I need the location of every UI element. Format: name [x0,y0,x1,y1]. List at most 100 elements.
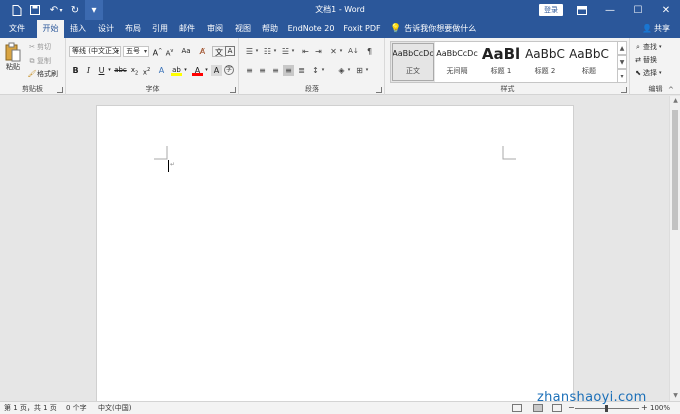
styles-more-icon[interactable]: ▾ [618,69,627,83]
scroll-down-icon[interactable]: ▼ [670,391,680,401]
highlight-icon[interactable]: ab [171,65,182,76]
document-area[interactable]: ↵ [0,96,669,401]
style-normal[interactable]: AaBbCcDc 正文 [391,42,435,82]
align-right-icon[interactable]: ≡ [270,65,281,76]
page-count[interactable]: 第 1 页，共 1 页 [4,402,57,414]
scroll-up-icon[interactable]: ▲ [670,96,680,106]
vertical-scrollbar[interactable]: ▲ ▼ [669,96,680,401]
replace-button[interactable]: ⇄ 替换 [633,55,657,65]
borders-dropdown-icon[interactable]: ▾ [364,65,370,76]
decrease-indent-icon[interactable]: ⇤ [300,46,311,57]
font-launcher-icon[interactable] [230,87,236,93]
select-button[interactable]: ⬉ 选择 ▾ [633,68,662,78]
language-indicator[interactable]: 中文(中国) [98,402,131,414]
highlight-dropdown-icon[interactable]: ▾ [182,65,189,76]
tell-me-search[interactable]: 💡 告诉我你想要做什么 [390,20,476,38]
character-border-icon[interactable]: A [225,46,235,56]
chinese-layout-dropdown-icon[interactable]: ▾ [338,46,344,57]
zoom-level[interactable]: 100% [650,402,670,414]
styles-scroll-up-icon[interactable]: ▲ [618,41,627,55]
document-page[interactable]: ↵ [96,105,574,401]
tab-foxit-pdf[interactable]: Foxit PDF [340,20,384,38]
undo-dropdown-icon[interactable]: ▾ [57,0,65,20]
font-size-combo[interactable]: 五号 ▾ [123,46,149,57]
tab-file[interactable]: 文件 [4,20,30,38]
font-color-dropdown-icon[interactable]: ▾ [203,65,210,76]
multilevel-dropdown-icon[interactable]: ▾ [290,46,296,57]
chevron-down-icon: ▾ [659,70,662,76]
word-count[interactable]: 0 个字 [66,402,87,414]
scrollbar-thumb[interactable] [672,110,678,230]
tab-home[interactable]: 开始 [37,20,64,38]
clipboard-launcher-icon[interactable] [57,87,63,93]
minimize-icon[interactable]: — [596,0,624,20]
font-size-value: 五号 [126,47,140,55]
copy-button[interactable]: ⧉ 复制 [27,56,52,66]
subscript-icon[interactable]: x2 [129,65,140,76]
underline-dropdown-icon[interactable]: ▾ [106,65,113,76]
style-heading-2[interactable]: AaBbC 标题 2 [523,42,567,82]
print-layout-icon[interactable] [533,404,543,412]
share-button[interactable]: 👤 共享 [642,20,670,38]
tab-layout[interactable]: 布局 [121,20,145,38]
new-file-icon[interactable] [8,0,26,20]
redo-icon[interactable]: ↻ [66,0,84,20]
style-no-spacing[interactable]: AaBbCcDc 无间隔 [435,42,479,82]
numbering-dropdown-icon[interactable]: ▾ [272,46,278,57]
tab-endnote[interactable]: EndNote 20 [286,20,336,38]
format-painter-button[interactable]: 🖌 格式刷 [27,69,58,79]
strikethrough-icon[interactable]: abc [114,65,127,76]
copy-label: 复制 [37,57,51,65]
font-name-combo[interactable]: 等线 (中文正文 ▾ [69,46,121,57]
sort-icon[interactable]: A↓ [348,46,359,57]
customize-toolbar-icon[interactable]: ▾ [85,0,103,20]
cut-label: 剪切 [37,43,51,51]
style-heading-1[interactable]: AaBl 标题 1 [479,42,523,82]
shading-dropdown-icon[interactable]: ▾ [346,65,352,76]
zoom-slider-knob[interactable] [605,405,608,412]
paste-button[interactable]: 粘贴 [4,42,22,78]
distributed-icon[interactable]: ≣ [296,65,307,76]
tab-help[interactable]: 帮助 [258,20,282,38]
tab-review[interactable]: 审阅 [203,20,227,38]
tell-me-text: 告诉我你想要做什么 [404,24,477,33]
increase-indent-icon[interactable]: ⇥ [313,46,324,57]
align-left-icon[interactable]: ≡ [244,65,255,76]
styles-launcher-icon[interactable] [621,87,627,93]
grow-font-icon[interactable]: A^ [152,46,163,58]
bold-icon[interactable]: B [70,65,81,76]
align-center-icon[interactable]: ≡ [257,65,268,76]
tab-mailings[interactable]: 邮件 [175,20,199,38]
character-shading-icon[interactable]: A [211,65,222,76]
tab-references[interactable]: 引用 [148,20,172,38]
tab-insert[interactable]: 插入 [66,20,90,38]
phonetic-guide-icon[interactable]: 文 [212,46,226,57]
justify-icon[interactable]: ≡ [283,65,294,76]
cut-button[interactable]: ✂ 剪切 [27,42,51,52]
login-button[interactable]: 登录 [539,4,563,16]
tab-view[interactable]: 视图 [231,20,255,38]
text-effects-icon[interactable]: A [156,65,167,76]
ribbon-display-options-icon[interactable] [568,0,596,20]
italic-icon[interactable]: I [83,65,94,76]
tab-design[interactable]: 设计 [94,20,118,38]
web-layout-icon[interactable] [552,404,562,412]
shrink-font-icon[interactable]: Av [164,46,175,57]
superscript-icon[interactable]: x2 [141,65,152,76]
save-icon[interactable] [26,0,44,20]
enclose-characters-icon[interactable]: 字 [224,65,234,75]
line-spacing-dropdown-icon[interactable]: ▾ [320,65,326,76]
style-title[interactable]: AaBbC 标题 [567,42,611,82]
find-button[interactable]: ⌕ 查找 ▾ [633,42,661,52]
font-color-icon[interactable]: A [192,65,203,76]
read-mode-icon[interactable] [512,404,522,412]
collapse-ribbon-icon[interactable]: ^ [668,86,674,94]
paragraph-launcher-icon[interactable] [376,87,382,93]
styles-scroll-down-icon[interactable]: ▼ [618,55,627,69]
clear-formatting-icon[interactable]: A̸ [197,46,208,57]
maximize-icon[interactable]: ☐ [624,0,652,20]
change-case-icon[interactable]: Aa [179,46,193,57]
show-marks-icon[interactable]: ¶ [364,46,375,57]
close-icon[interactable]: ✕ [652,0,680,20]
bullets-dropdown-icon[interactable]: ▾ [254,46,260,57]
